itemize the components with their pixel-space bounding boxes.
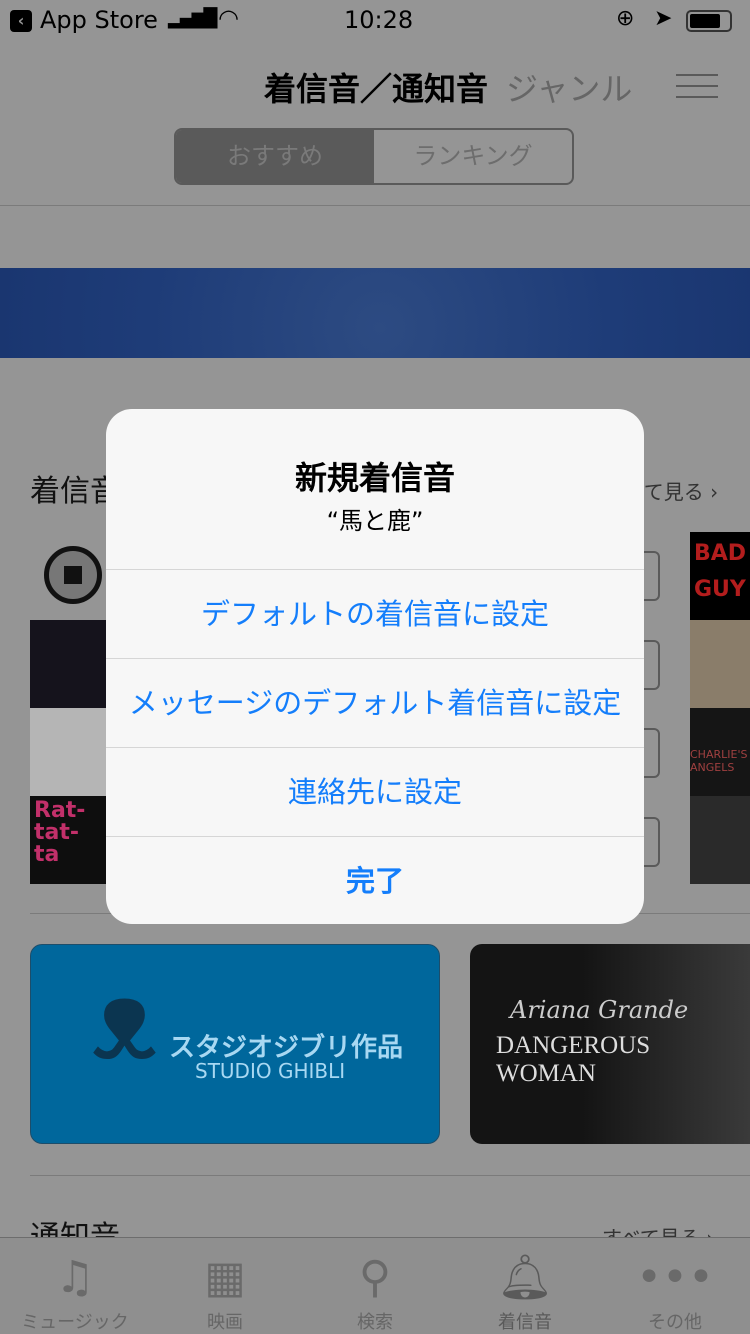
album-art[interactable]: CHARLIE'S ANGELS: [690, 708, 750, 796]
status-bar: ‹ App Store ▂▄▆█ ◠ 10:28 ⊕ ➤: [0, 0, 750, 40]
back-icon[interactable]: ‹: [10, 10, 32, 32]
card-title: Ariana Grande: [510, 996, 689, 1024]
genre-link[interactable]: ジャンル: [506, 64, 632, 110]
menu-icon[interactable]: [676, 74, 718, 100]
location-icon: ➤: [654, 6, 673, 31]
album-art[interactable]: [690, 620, 750, 708]
tab-music[interactable]: ♫ ミュージック: [0, 1238, 150, 1334]
wifi-icon: ◠: [218, 4, 239, 32]
film-icon: ▦: [204, 1252, 246, 1303]
tab-bar: ♫ ミュージック ▦ 映画 ⚲ 検索 🔔︎ 着信音 ••• その他: [0, 1237, 750, 1334]
alert-title: 新規着信音: [294, 459, 455, 497]
divider: [30, 1175, 750, 1176]
dangerous-woman-card[interactable]: Ariana Grande DANGEROUS WOMAN: [470, 944, 750, 1144]
music-note-icon: ♫: [55, 1252, 95, 1303]
stop-icon: [64, 566, 82, 584]
alert-subtitle: “馬と鹿”: [326, 507, 424, 535]
tab-search[interactable]: ⚲ 検索: [300, 1238, 450, 1334]
album-art[interactable]: [30, 620, 106, 708]
studio-ghibli-card[interactable]: ᴥ スタジオジブリ作品 STUDIO GHIBLI: [30, 944, 440, 1144]
tab-label: ミュージック: [21, 1312, 129, 1333]
album-art[interactable]: [30, 708, 106, 796]
done-button[interactable]: 完了: [106, 836, 644, 924]
tab-label: 着信音: [498, 1312, 552, 1333]
more-icon: •••: [636, 1252, 714, 1303]
search-icon: ⚲: [358, 1252, 392, 1303]
assign-to-contact-button[interactable]: 連絡先に設定: [106, 747, 644, 836]
banner[interactable]: [0, 268, 750, 358]
segment-recommended[interactable]: おすすめ: [176, 130, 374, 183]
tab-label: その他: [648, 1312, 702, 1333]
tab-more[interactable]: ••• その他: [600, 1238, 750, 1334]
stop-playback-button[interactable]: [44, 546, 102, 604]
totoro-illustration: ᴥ: [91, 956, 158, 1084]
album-art[interactable]: Rat-tat-ta: [30, 796, 106, 884]
clock: 10:28: [344, 6, 414, 34]
bell-icon: 🔔︎: [497, 1252, 553, 1303]
rotation-lock-icon: ⊕: [616, 6, 635, 31]
segmented-control: おすすめ ランキング: [174, 128, 574, 185]
new-ringtone-alert: 新規着信音 “馬と鹿” デフォルトの着信音に設定 メッセージのデフォルト着信音に…: [106, 409, 644, 924]
card-subtitle: STUDIO GHIBLI: [195, 1059, 346, 1083]
tab-movies[interactable]: ▦ 映画: [150, 1238, 300, 1334]
tab-label: 映画: [207, 1312, 243, 1333]
album-art[interactable]: [690, 796, 750, 884]
set-default-message-tone-button[interactable]: メッセージのデフォルト着信音に設定: [106, 658, 644, 747]
signal-icon: ▂▄▆█: [168, 8, 217, 29]
tab-ringtones[interactable]: 🔔︎ 着信音: [450, 1238, 600, 1334]
album-art[interactable]: BAD GUY: [690, 532, 750, 620]
set-default-ringtone-button[interactable]: デフォルトの着信音に設定: [106, 569, 644, 658]
battery-icon: [686, 10, 732, 32]
card-subtitle: DANGEROUS WOMAN: [496, 1032, 651, 1087]
segment-ranking[interactable]: ランキング: [374, 130, 572, 183]
divider: [0, 205, 750, 206]
back-app-label[interactable]: App Store: [40, 6, 158, 34]
page-title: 着信音／通知音: [264, 70, 489, 108]
tab-label: 検索: [357, 1312, 393, 1333]
